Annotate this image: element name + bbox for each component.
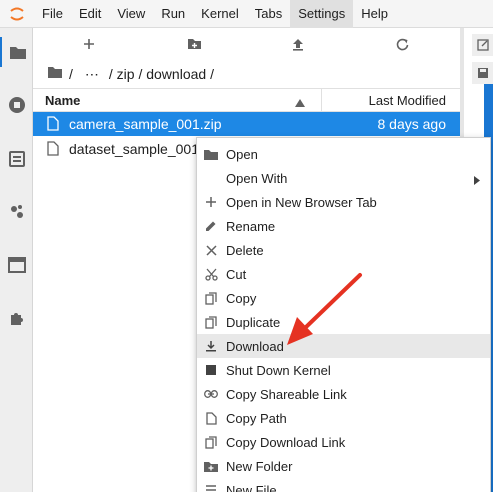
chevron-right-icon bbox=[474, 173, 480, 188]
menu-item-download[interactable]: Download bbox=[197, 334, 490, 358]
breadcrumb-separator: / bbox=[69, 66, 73, 82]
menu-item-copy-download-link[interactable]: Copy Download Link bbox=[197, 430, 490, 454]
copy-icon bbox=[204, 435, 218, 449]
menu-item-cut[interactable]: Cut bbox=[197, 262, 490, 286]
menu-item-label: New File bbox=[226, 482, 277, 492]
menu-tabs[interactable]: Tabs bbox=[247, 0, 290, 28]
link-icon bbox=[204, 387, 218, 401]
menu-item-new-folder[interactable]: New Folder bbox=[197, 454, 490, 478]
file-name: camera_sample_001.zip bbox=[69, 116, 222, 132]
jupyter-logo-icon bbox=[0, 0, 34, 28]
menu-item-shutdown-kernel[interactable]: Shut Down Kernel bbox=[197, 358, 490, 382]
breadcrumb-path[interactable]: / zip / download / bbox=[109, 66, 214, 82]
new-folder-icon bbox=[204, 459, 218, 473]
tabs-icon[interactable] bbox=[0, 250, 33, 280]
menu-item-open-with[interactable]: Open With bbox=[197, 166, 490, 190]
breadcrumb-ellipsis[interactable]: ⋯ bbox=[85, 66, 99, 83]
menu-bar: File Edit View Run Kernel Tabs Settings … bbox=[0, 0, 493, 28]
open-external-icon[interactable] bbox=[472, 34, 493, 56]
context-menu: Open Open With Open in New Browser Tab R… bbox=[196, 137, 491, 492]
menu-item-label: Cut bbox=[226, 266, 247, 282]
download-icon bbox=[204, 339, 218, 353]
refresh-button[interactable] bbox=[390, 34, 414, 54]
menu-item-label: Duplicate bbox=[226, 314, 281, 330]
menu-item-label: Copy Download Link bbox=[226, 434, 346, 450]
sort-ascending-icon bbox=[295, 95, 305, 110]
menu-item-rename[interactable]: Rename bbox=[197, 214, 490, 238]
file-browser-tab-icon[interactable] bbox=[0, 37, 33, 67]
menu-edit[interactable]: Edit bbox=[71, 0, 109, 28]
menu-item-label: Rename bbox=[226, 218, 276, 234]
menu-item-copy-shareable-link[interactable]: Copy Shareable Link bbox=[197, 382, 490, 406]
plus-icon bbox=[204, 195, 218, 209]
breadcrumb: / ⋯ / zip / download / bbox=[47, 64, 214, 84]
scissors-icon bbox=[204, 267, 218, 281]
menu-view[interactable]: View bbox=[109, 0, 153, 28]
new-file-icon bbox=[204, 483, 218, 492]
menu-item-copy[interactable]: Copy bbox=[197, 286, 490, 310]
menu-item-copy-path[interactable]: Copy Path bbox=[197, 406, 490, 430]
folder-icon bbox=[204, 147, 218, 161]
menu-item-label: Open With bbox=[226, 170, 288, 186]
file-name: dataset_sample_001 bbox=[69, 141, 199, 157]
menu-item-label: Shut Down Kernel bbox=[226, 362, 331, 378]
menu-settings[interactable]: Settings bbox=[290, 0, 354, 28]
menu-item-delete[interactable]: Delete bbox=[197, 238, 490, 262]
file-icon bbox=[204, 411, 218, 425]
duplicate-icon bbox=[204, 315, 218, 329]
menu-help[interactable]: Help bbox=[353, 0, 396, 28]
column-name-header[interactable]: Name bbox=[45, 93, 80, 108]
copy-icon bbox=[204, 291, 218, 305]
close-icon bbox=[204, 243, 218, 257]
column-divider[interactable] bbox=[321, 89, 322, 111]
file-list-header: Name Last Modified bbox=[33, 88, 460, 112]
file-icon bbox=[47, 141, 59, 159]
menu-kernel[interactable]: Kernel bbox=[193, 0, 247, 28]
menu-item-label: Copy Shareable Link bbox=[226, 386, 347, 402]
stop-icon bbox=[204, 363, 218, 377]
menu-file[interactable]: File bbox=[34, 0, 71, 28]
property-inspector-icon[interactable] bbox=[0, 197, 33, 227]
column-modified-header[interactable]: Last Modified bbox=[369, 93, 446, 108]
commands-icon[interactable] bbox=[0, 144, 33, 174]
running-sessions-icon[interactable] bbox=[0, 90, 33, 120]
upload-button[interactable] bbox=[286, 34, 310, 54]
pencil-icon bbox=[204, 219, 218, 233]
menu-item-label: New Folder bbox=[226, 458, 293, 474]
menu-item-duplicate[interactable]: Duplicate bbox=[197, 310, 490, 334]
activity-bar bbox=[0, 28, 33, 492]
menu-run[interactable]: Run bbox=[153, 0, 193, 28]
save-icon[interactable] bbox=[472, 62, 493, 84]
menu-item-open[interactable]: Open bbox=[197, 142, 490, 166]
home-folder-icon[interactable] bbox=[47, 66, 63, 82]
table-row[interactable]: camera_sample_001.zip 8 days ago bbox=[33, 112, 460, 136]
menu-item-label: Copy bbox=[226, 290, 257, 306]
menu-item-label: Open in New Browser Tab bbox=[226, 194, 377, 210]
menu-item-label: Delete bbox=[226, 242, 264, 258]
new-folder-button[interactable] bbox=[182, 34, 206, 54]
file-icon bbox=[47, 116, 59, 134]
menu-item-label: Copy Path bbox=[226, 410, 287, 426]
menu-item-label: Open bbox=[226, 146, 258, 162]
file-modified: 8 days ago bbox=[377, 116, 447, 132]
menu-item-open-new-tab[interactable]: Open in New Browser Tab bbox=[197, 190, 490, 214]
new-launcher-button[interactable] bbox=[77, 34, 101, 54]
extensions-icon[interactable] bbox=[0, 303, 33, 333]
menu-item-label: Download bbox=[226, 338, 284, 354]
menu-item-new-file[interactable]: New File bbox=[197, 478, 490, 492]
